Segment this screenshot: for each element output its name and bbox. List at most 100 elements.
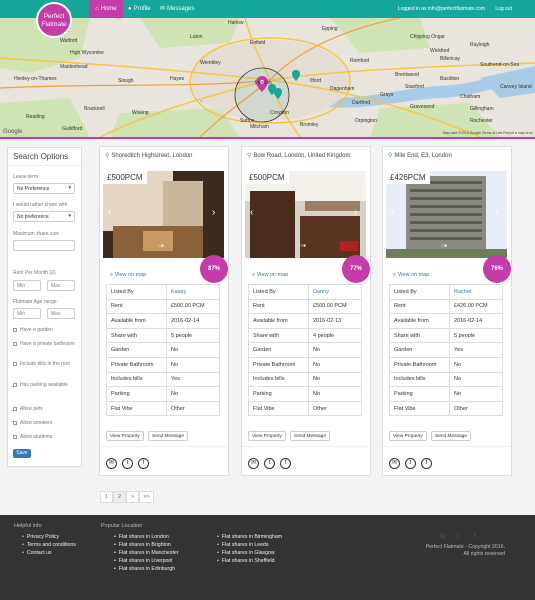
checkbox-icon[interactable]: [13, 361, 17, 366]
map-place-label: Gillingham: [470, 106, 494, 112]
location-link[interactable]: Flat shares in Leeds: [217, 542, 269, 548]
checkbox-icon[interactable]: [13, 406, 17, 411]
map-place-label: Maidenhead: [60, 64, 88, 70]
checkbox-icon[interactable]: [13, 341, 17, 346]
location-link[interactable]: Flat shares in Brighton: [114, 542, 171, 548]
logout-link[interactable]: Log out: [495, 0, 512, 18]
share-with-select[interactable]: No preference: [13, 211, 75, 222]
mail-icon[interactable]: ✉: [440, 533, 446, 541]
location-link[interactable]: Flat shares in Glasgow: [217, 550, 275, 556]
row-value[interactable]: Kasey: [166, 284, 220, 300]
checkbox-icon[interactable]: [13, 327, 17, 332]
mail-share-icon[interactable]: ✉: [106, 458, 117, 469]
nav-messages[interactable]: ✉ Messages: [154, 0, 200, 18]
row-value: No: [449, 386, 503, 402]
lister-link[interactable]: Kasey: [171, 289, 186, 295]
carousel-dots[interactable]: ○●: [158, 243, 164, 249]
carousel-next-icon[interactable]: ›: [212, 207, 215, 218]
row-key: Includes bills: [389, 371, 450, 388]
price-tag: £426PCM: [386, 171, 430, 184]
facebook-share-icon[interactable]: f: [421, 458, 432, 469]
view-on-map-link[interactable]: ⌕ View on map: [393, 272, 429, 279]
max-share-input[interactable]: [13, 240, 75, 251]
twitter-share-icon[interactable]: t: [122, 458, 133, 469]
pets-checkbox[interactable]: Allow pets: [13, 406, 77, 413]
students-checkbox[interactable]: Allow students: [13, 434, 77, 441]
map-place-label: London: [255, 80, 272, 86]
lease-term-select[interactable]: No Preference: [13, 183, 75, 194]
smokers-checkbox[interactable]: Allow smokers: [13, 420, 77, 427]
page-1[interactable]: 1: [100, 491, 113, 503]
carousel-next-icon[interactable]: ›: [354, 207, 357, 218]
students-label: Allow students: [20, 434, 53, 440]
twitter-icon[interactable]: t: [457, 533, 459, 540]
row-value[interactable]: Rachel: [449, 284, 503, 300]
site-logo[interactable]: Perfect Flatmate: [36, 2, 72, 38]
facebook-icon[interactable]: f: [474, 533, 476, 540]
age-max-input[interactable]: Max: [47, 308, 75, 319]
nav-home[interactable]: ⌂ Home: [89, 0, 123, 18]
location-link[interactable]: Flat shares in London: [114, 534, 169, 540]
map[interactable]: Harlow Watford Enfield Epping Chipping Ongar…: [0, 18, 535, 137]
nav-profile[interactable]: ● Profile: [122, 0, 157, 18]
bills-checkbox[interactable]: Include bills in the rent: [13, 361, 77, 368]
privacy-link[interactable]: Privacy Policy: [22, 534, 59, 540]
map-canvas[interactable]: Harlow Watford Enfield Epping Chipping Ongar…: [0, 18, 535, 137]
terms-link[interactable]: Terms and conditions: [22, 542, 76, 548]
age-min-input[interactable]: Min: [13, 308, 41, 319]
view-property-button[interactable]: View Property: [106, 431, 144, 441]
mail-share-icon[interactable]: ✉: [389, 458, 400, 469]
row-value[interactable]: Danny: [308, 284, 362, 300]
table-row: Garden No: [106, 342, 220, 358]
lister-link[interactable]: Rachel: [454, 289, 471, 295]
bathroom-checkbox[interactable]: Have a private bathroom: [13, 341, 77, 348]
view-property-button[interactable]: View Property: [389, 431, 427, 441]
location-link[interactable]: Flat shares in Sheffield: [217, 558, 275, 564]
view-on-map-link[interactable]: ⌕ View on map: [110, 272, 146, 279]
garden-checkbox[interactable]: Have a garden: [13, 327, 77, 334]
contact-link[interactable]: Contact us: [22, 550, 52, 556]
carousel-prev-icon[interactable]: ‹: [391, 207, 394, 218]
twitter-share-icon[interactable]: t: [264, 458, 275, 469]
card-location-text: Shoreditch Highstreet, London: [111, 153, 193, 159]
row-value-text: 2016-02-13: [313, 317, 342, 324]
view-on-map-link[interactable]: ⌕ View on map: [252, 272, 288, 279]
save-button[interactable]: Save: [13, 449, 31, 458]
rent-max-input[interactable]: Max: [47, 280, 75, 291]
map-copyright[interactable]: Map data ©2016 Google Terms of Use Repor…: [443, 131, 533, 135]
twitter-share-icon[interactable]: t: [405, 458, 416, 469]
carousel-dots[interactable]: ○●: [441, 243, 447, 249]
page-next[interactable]: >: [126, 491, 139, 503]
mail-share-icon[interactable]: ✉: [248, 458, 259, 469]
carousel-prev-icon[interactable]: ‹: [250, 207, 253, 218]
carousel-dots[interactable]: ○●: [300, 243, 306, 249]
checkbox-icon[interactable]: [13, 382, 17, 387]
checkbox-icon[interactable]: [13, 434, 17, 439]
row-key: Private Bathroom: [248, 356, 309, 373]
price-tag: £500PCM: [103, 171, 147, 184]
map-place-label: Stanford: [405, 84, 424, 90]
top-navbar: ⌂ Home ● Profile ✉ Messages Logged in as in…: [0, 0, 535, 18]
checkbox-icon[interactable]: [13, 420, 17, 425]
card-location: ⚲ Shoreditch Highstreet, London: [105, 152, 192, 159]
page-last[interactable]: >>: [139, 491, 154, 503]
location-link[interactable]: Flat shares in Manchester: [114, 550, 179, 556]
parking-checkbox[interactable]: Has parking available: [13, 382, 77, 389]
location-link[interactable]: Flat shares in Edinburgh: [114, 566, 175, 572]
facebook-share-icon[interactable]: f: [138, 458, 149, 469]
facebook-share-icon[interactable]: f: [280, 458, 291, 469]
location-link[interactable]: Flat shares in Birmingham: [217, 534, 282, 540]
row-value-text: Other: [454, 405, 468, 412]
send-message-button[interactable]: Send Message: [290, 431, 330, 441]
carousel-next-icon[interactable]: ›: [495, 207, 498, 218]
rent-min-input[interactable]: Min: [13, 280, 41, 291]
send-message-button[interactable]: Send Message: [148, 431, 188, 441]
row-key: Listed By: [106, 284, 167, 300]
view-on-map-label: View on map: [256, 272, 289, 278]
page-2[interactable]: 2: [113, 491, 126, 503]
carousel-prev-icon[interactable]: ‹: [108, 207, 111, 218]
view-property-button[interactable]: View Property: [248, 431, 286, 441]
location-link[interactable]: Flat shares in Liverpool: [114, 558, 173, 564]
lister-link[interactable]: Danny: [313, 289, 329, 295]
send-message-button[interactable]: Send Message: [431, 431, 471, 441]
